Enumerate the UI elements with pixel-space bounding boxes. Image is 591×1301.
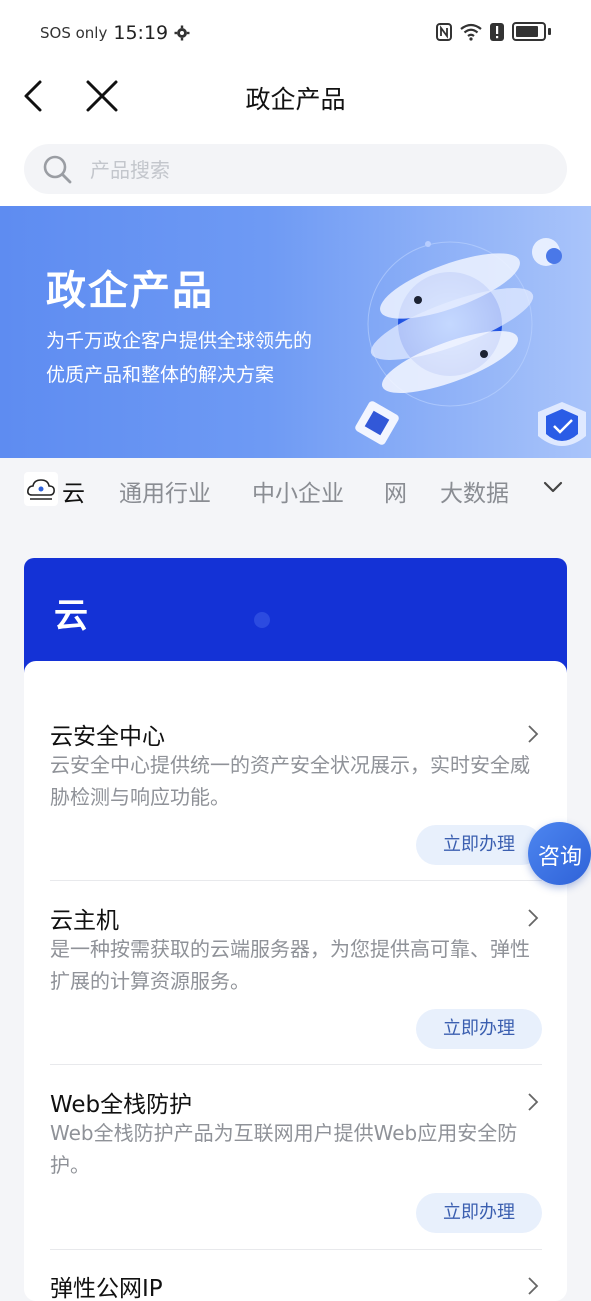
category-title: 云 bbox=[54, 596, 88, 636]
tab-sme[interactable]: 中小企业 bbox=[252, 474, 344, 508]
banner-subtitle-line1: 为千万政企客户提供全球领先的 bbox=[46, 330, 313, 352]
product-name: 云主机 bbox=[50, 908, 119, 934]
product-name: 云安全中心 bbox=[50, 724, 165, 750]
status-left: SOS only 15:19 bbox=[40, 22, 190, 44]
decorative-dot bbox=[254, 612, 270, 628]
battery-cap bbox=[548, 28, 551, 35]
alert-icon bbox=[490, 22, 504, 41]
tab-big-data[interactable]: 大数据 bbox=[440, 474, 509, 508]
product-description: 云安全中心提供统一的资产安全状况展示，实时安全威胁检测与响应功能。 bbox=[50, 753, 530, 809]
tab-general-industry[interactable]: 通用行业 bbox=[119, 474, 211, 508]
divider bbox=[50, 1249, 542, 1250]
search-icon bbox=[43, 155, 72, 184]
list-item[interactable]: 弹性公网IP bbox=[50, 1269, 542, 1301]
chevron-right-icon bbox=[528, 1093, 539, 1111]
status-right bbox=[436, 22, 551, 41]
banner-subtitle-line2: 优质产品和整体的解决方案 bbox=[46, 364, 275, 386]
apply-button[interactable]: 立即办理 bbox=[416, 1193, 542, 1233]
gear-icon bbox=[174, 25, 190, 41]
product-name: Web全栈防护 bbox=[50, 1092, 193, 1118]
product-description: Web全栈防护产品为互联网用户提供Web应用安全防护。 bbox=[50, 1121, 518, 1177]
chevron-right-icon bbox=[528, 1277, 539, 1295]
category-tabs: 云 通用行业 中小企业 网 大数据 bbox=[0, 458, 591, 520]
tab-network[interactable]: 网 bbox=[384, 474, 407, 508]
wifi-icon bbox=[460, 23, 482, 41]
banner-title: 政企产品 bbox=[46, 268, 214, 314]
search-box[interactable] bbox=[24, 144, 567, 196]
nfc-icon bbox=[436, 22, 452, 41]
tab-cloud[interactable]: 云 bbox=[62, 474, 85, 508]
promo-banner[interactable]: 政企产品 为千万政企客户提供全球领先的 优质产品和整体的解决方案 bbox=[0, 206, 591, 458]
chevron-right-icon bbox=[528, 909, 539, 927]
cloud-icon bbox=[24, 472, 58, 506]
nav-bar: 政企产品 bbox=[0, 66, 591, 128]
globe-illustration bbox=[355, 238, 586, 446]
divider bbox=[50, 880, 542, 881]
status-bar: SOS only 15:19 bbox=[0, 0, 591, 66]
battery-icon bbox=[512, 22, 546, 41]
chevron-right-icon bbox=[528, 725, 539, 743]
product-name: 弹性公网IP bbox=[50, 1276, 163, 1301]
product-list: 云安全中心 云安全中心提供统一的资产安全状况展示，实时安全威胁检测与响应功能。 … bbox=[24, 661, 567, 1301]
page-title: 政企产品 bbox=[245, 85, 346, 114]
consult-label: 咨询 bbox=[538, 845, 583, 870]
product-description: 是一种按需获取的云端服务器，为您提供高可靠、弹性扩展的计算资源服务。 bbox=[50, 937, 530, 993]
list-item[interactable]: 云主机 是一种按需获取的云端服务器，为您提供高可靠、弹性扩展的计算资源服务。 立… bbox=[50, 901, 542, 1051]
divider bbox=[50, 1064, 542, 1065]
consult-button[interactable]: 咨询 bbox=[528, 822, 591, 885]
clock: 15:19 bbox=[113, 22, 169, 44]
carrier-text: SOS only bbox=[40, 24, 108, 42]
banner-subtitle: 为千万政企客户提供全球领先的 优质产品和整体的解决方案 bbox=[46, 324, 366, 392]
apply-button[interactable]: 立即办理 bbox=[416, 1009, 542, 1049]
apply-button[interactable]: 立即办理 bbox=[416, 825, 542, 865]
search-input[interactable] bbox=[88, 144, 532, 196]
list-item[interactable]: 云安全中心 云安全中心提供统一的资产安全状况展示，实时安全威胁检测与响应功能。 … bbox=[50, 717, 542, 867]
search-bar bbox=[0, 128, 591, 206]
chevron-down-icon[interactable] bbox=[540, 474, 566, 500]
list-item[interactable]: Web全栈防护 Web全栈防护产品为互联网用户提供Web应用安全防护。 立即办理 bbox=[50, 1085, 542, 1235]
